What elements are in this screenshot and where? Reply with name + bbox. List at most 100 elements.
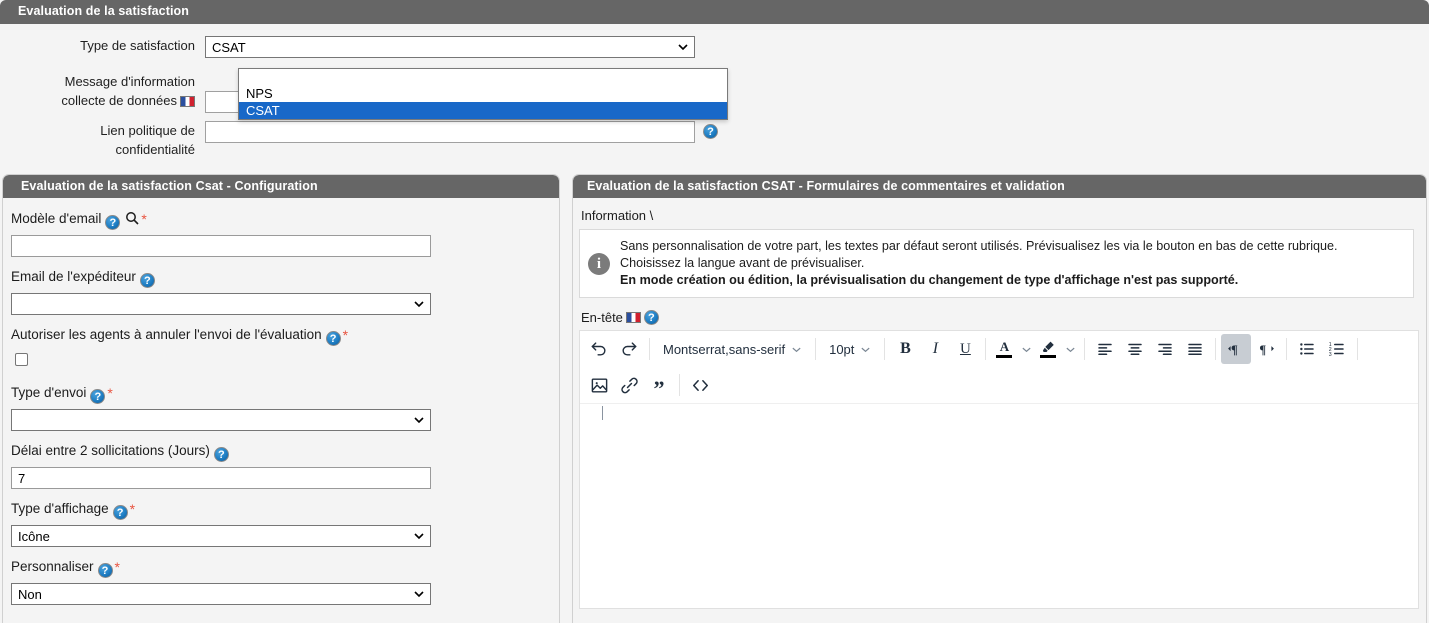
help-icon[interactable]: ? [90, 389, 105, 404]
information-line2: Choisissez la langue avant de prévisuali… [620, 256, 864, 270]
help-icon[interactable]: ? [105, 215, 120, 230]
font-family-select[interactable]: Montserrat,sans-serif [655, 334, 810, 364]
chevron-down-icon [414, 531, 424, 541]
font-size-select[interactable]: 10pt [821, 334, 879, 364]
required-asterisk: * [141, 211, 146, 227]
label-autoriser-agents: Autoriser les agents à annuler l'envoi d… [11, 326, 551, 346]
help-icon[interactable]: ? [326, 331, 341, 346]
toolbar-separator [884, 338, 885, 360]
toolbar-separator [1286, 338, 1287, 360]
panel-title-satisfaction: Evaluation de la satisfaction [0, 0, 1429, 24]
required-asterisk: * [130, 501, 135, 517]
label-lien-politique: Lien politique de confidentialité [0, 121, 205, 159]
information-label: Information \ [581, 208, 1414, 223]
numbered-list-icon[interactable]: 123 [1322, 334, 1352, 364]
insert-link-icon[interactable] [614, 370, 644, 400]
toolbar-separator [815, 338, 816, 360]
modele-email-input[interactable] [11, 235, 431, 257]
insert-image-icon[interactable] [584, 370, 614, 400]
align-left-icon[interactable] [1090, 334, 1120, 364]
form-row-type-satisfaction: Type de satisfaction CSAT [0, 36, 1429, 58]
information-line3: En mode création ou édition, la prévisua… [620, 273, 1238, 287]
label-message-information: Message d'information collecte de donnée… [0, 72, 205, 110]
source-code-icon[interactable] [685, 370, 715, 400]
redo-icon[interactable] [614, 334, 644, 364]
help-icon[interactable]: ? [113, 505, 128, 520]
font-size-value: 10pt [829, 342, 854, 357]
label-type-envoi: Type d'envoi?* [11, 384, 551, 404]
dropdown-option-csat[interactable]: CSAT [239, 102, 727, 119]
required-asterisk: * [343, 327, 348, 343]
dropdown-option-nps[interactable]: NPS [239, 85, 727, 102]
delai-sollicitations-input[interactable]: 7 [11, 467, 431, 489]
field-modele-email: Modèle d'email?* [11, 210, 551, 257]
required-asterisk: * [115, 559, 120, 575]
panel-title-csat-forms: Evaluation de la satisfaction CSAT - For… [573, 175, 1426, 198]
french-flag-icon [180, 96, 195, 107]
font-family-value: Montserrat,sans-serif [663, 342, 785, 357]
control-wrap-lien-politique: ? [205, 121, 718, 143]
label-type-affichage: Type d'affichage?* [11, 500, 551, 520]
label-lien-politique-line2: confidentialité [0, 140, 195, 159]
text-color-icon[interactable]: A [991, 334, 1017, 364]
label-message-information-line1: Message d'information [0, 72, 195, 91]
highlight-color-icon[interactable] [1035, 334, 1061, 364]
label-email-expediteur: Email de l'expéditeur? [11, 268, 551, 288]
autoriser-agents-checkbox[interactable] [15, 353, 28, 366]
type-satisfaction-dropdown-list[interactable]: NPS CSAT [238, 68, 728, 120]
rtl-icon[interactable]: ¶ [1251, 334, 1281, 364]
help-icon[interactable]: ? [644, 310, 659, 325]
editor-toolbar-row-1: Montserrat,sans-serif 10pt B I U [580, 331, 1418, 367]
italic-icon[interactable]: I [920, 334, 950, 364]
csat-forms-panel: Evaluation de la satisfaction CSAT - For… [572, 174, 1427, 623]
autoriser-agents-checkbox-wrap [11, 351, 551, 371]
text-color-group: A [991, 334, 1035, 364]
help-icon[interactable]: ? [703, 124, 718, 139]
information-text: Sans personnalisation de votre part, les… [620, 238, 1338, 289]
panel-title-csat-configuration: Evaluation de la satisfaction Csat - Con… [3, 175, 559, 198]
type-satisfaction-select[interactable]: CSAT [205, 36, 695, 58]
highlight-color-chevron-down-icon[interactable] [1061, 334, 1079, 364]
type-envoi-select[interactable] [11, 409, 431, 431]
blockquote-icon[interactable]: ” [644, 370, 674, 400]
chevron-down-icon [414, 415, 424, 425]
bold-icon[interactable]: B [890, 334, 920, 364]
align-center-icon[interactable] [1120, 334, 1150, 364]
svg-text:¶: ¶ [1231, 343, 1238, 357]
undo-icon[interactable] [584, 334, 614, 364]
type-affichage-select[interactable]: Icône [11, 525, 431, 547]
label-personnaliser: Personnaliser?* [11, 558, 551, 578]
toolbar-separator [1084, 338, 1085, 360]
field-email-expediteur: Email de l'expéditeur? [11, 268, 551, 315]
field-autoriser-agents: Autoriser les agents à annuler l'envoi d… [11, 326, 551, 371]
field-personnaliser: Personnaliser?* Non [11, 558, 551, 605]
search-icon[interactable] [125, 211, 139, 225]
csat-configuration-form: Modèle d'email?* Email de l'expéditeur? [3, 198, 559, 605]
info-icon: i [588, 253, 610, 275]
ltr-icon[interactable]: ¶ [1221, 334, 1251, 364]
editor-toolbar-row-2: ” [580, 367, 1418, 403]
align-justify-icon[interactable] [1180, 334, 1210, 364]
align-right-icon[interactable] [1150, 334, 1180, 364]
information-box: i Sans personnalisation de votre part, l… [579, 229, 1414, 298]
help-icon[interactable]: ? [140, 273, 155, 288]
csat-configuration-panel: Evaluation de la satisfaction Csat - Con… [2, 174, 560, 623]
csat-forms-body: Information \ i Sans personnalisation de… [573, 198, 1426, 609]
bullet-list-icon[interactable] [1292, 334, 1322, 364]
lien-politique-input[interactable] [205, 121, 695, 143]
editor-label-entete: En-tête? [581, 310, 1414, 325]
information-line1: Sans personnalisation de votre part, les… [620, 239, 1338, 253]
underline-icon[interactable]: U [950, 334, 980, 364]
personnaliser-select[interactable]: Non [11, 583, 431, 605]
french-flag-icon [626, 312, 641, 323]
toolbar-separator [1357, 338, 1358, 360]
text-color-chevron-down-icon[interactable] [1017, 334, 1035, 364]
toolbar-separator [649, 338, 650, 360]
field-type-affichage: Type d'affichage?* Icône [11, 500, 551, 547]
svg-text:¶: ¶ [1260, 343, 1267, 357]
help-icon[interactable]: ? [98, 563, 113, 578]
email-expediteur-select[interactable] [11, 293, 431, 315]
help-icon[interactable]: ? [214, 447, 229, 462]
editor-content-area[interactable] [580, 403, 1418, 608]
dropdown-option-blank[interactable] [239, 69, 727, 85]
